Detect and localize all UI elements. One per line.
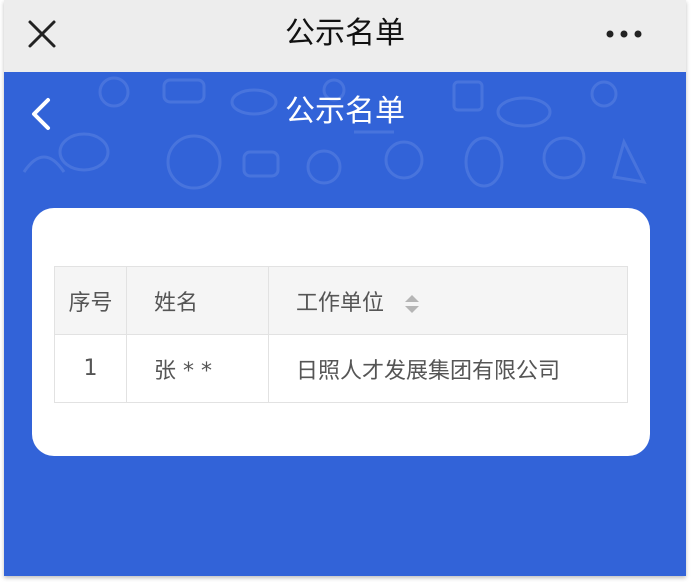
system-title-bar: 公示名单 [4, 0, 686, 72]
cell-unit: 日照人才发展集团有限公司 [268, 334, 628, 403]
table-row: 1 张 * * 日照人才发展集团有限公司 [54, 334, 628, 403]
page-header: 公示名单 [4, 72, 686, 202]
publicity-table: 序号 姓名 工作单位 1 张 * * 日照人才发展集团有限公司 [54, 266, 628, 403]
column-header-name: 姓名 [126, 266, 269, 335]
column-header-unit-label: 工作单位 [296, 290, 385, 316]
cell-name: 张 * * [126, 334, 269, 403]
window-title: 公示名单 [285, 16, 405, 51]
page-title: 公示名单 [285, 94, 405, 129]
app-frame: 公示名单 公示名单 序号 姓名 工作单位 1 张 * * 日照人才发展集团有限公… [4, 0, 686, 576]
more-icon[interactable] [602, 14, 646, 54]
sort-icon[interactable] [403, 293, 421, 315]
list-card: 序号 姓名 工作单位 1 张 * * 日照人才发展集团有限公司 [32, 208, 650, 456]
table-header-row: 序号 姓名 工作单位 [54, 266, 628, 335]
column-header-unit[interactable]: 工作单位 [268, 266, 628, 335]
cell-index: 1 [54, 334, 127, 403]
column-header-index: 序号 [54, 266, 127, 335]
